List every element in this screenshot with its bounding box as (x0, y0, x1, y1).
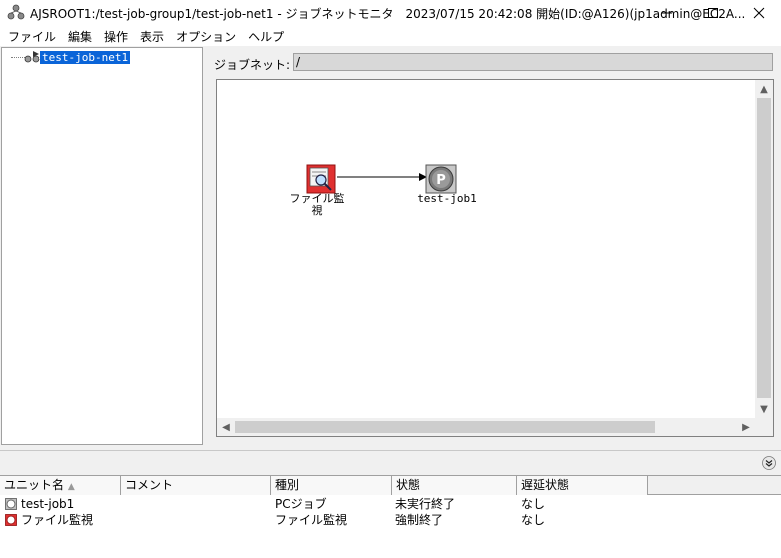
list-row[interactable]: ファイル監視 ファイル監視 強制終了 なし (0, 512, 781, 528)
list-toolbar (0, 451, 781, 475)
close-icon (753, 7, 765, 19)
svg-text:P: P (436, 173, 446, 188)
app-icon (7, 4, 25, 20)
sort-ascending-icon: ▲ (67, 482, 75, 492)
dependency-arrow (337, 173, 427, 181)
list-row[interactable]: test-job1 PCジョブ 未実行終了 なし (0, 496, 781, 512)
file-watch-status-icon (5, 514, 17, 526)
close-button[interactable] (736, 0, 781, 26)
menu-file[interactable]: ファイル (8, 28, 56, 45)
pc-job-unit-label: test-job1 (417, 192, 477, 205)
jobnet-canvas[interactable]: ファイル監 視 P test-job1 ▲ ▼ ◀ ▶ (216, 79, 774, 437)
pc-job-unit-icon[interactable]: P (425, 164, 457, 194)
maximize-icon (708, 8, 718, 18)
cell-type: PCジョブ (275, 497, 327, 511)
jobnet-pane: ジョブネット: / ファイル監 視 P test-job1 ▲ ▼ ◀ ▶ (208, 47, 781, 445)
collapse-chevron-icon[interactable] (762, 456, 776, 470)
cell-unit-name: ファイル監視 (21, 513, 94, 527)
column-header-status[interactable]: 状態 (392, 476, 517, 495)
file-watch-unit-label: ファイル監 視 (289, 192, 345, 217)
cell-status: 強制終了 (395, 513, 444, 527)
scroll-right-icon[interactable]: ▶ (737, 418, 755, 436)
tree-pane: test-job-net1 (1, 47, 203, 445)
jobnet-path-field: / (293, 53, 773, 71)
maximize-button[interactable] (690, 0, 736, 26)
file-watch-unit-icon[interactable] (297, 164, 337, 194)
minimize-icon (662, 12, 672, 14)
cell-status: 未実行終了 (395, 497, 456, 511)
menu-options[interactable]: オプション (176, 28, 236, 45)
menu-help[interactable]: ヘルプ (248, 28, 284, 45)
scroll-left-icon[interactable]: ◀ (217, 418, 235, 436)
menu-view[interactable]: 表示 (140, 28, 164, 45)
menu-operation[interactable]: 操作 (104, 28, 128, 45)
list-header: ユニット名 ▲ コメント 種別 状態 遅延状態 (0, 476, 781, 495)
menu-bar: ファイル 編集 操作 表示 オプション ヘルプ (0, 26, 781, 46)
jobnet-path-label: ジョブネット: (214, 58, 291, 72)
scroll-down-icon[interactable]: ▼ (755, 400, 773, 418)
scroll-up-icon[interactable]: ▲ (755, 80, 773, 98)
title-bar: AJSROOT1:/test-job-group1/test-job-net1 … (0, 0, 781, 26)
horizontal-scrollbar[interactable]: ◀ ▶ (217, 418, 755, 436)
pc-job-status-icon (5, 498, 17, 510)
scroll-corner (755, 418, 773, 436)
vertical-scrollbar[interactable]: ▲ ▼ (755, 80, 773, 418)
tree-item-jobnet[interactable]: test-job-net1 (38, 50, 132, 65)
window-title: AJSROOT1:/test-job-group1/test-job-net1 … (30, 7, 746, 21)
column-header-type[interactable]: 種別 (271, 476, 392, 495)
unit-list: ユニット名 ▲ コメント 種別 状態 遅延状態 test-job1 PCジョブ … (0, 475, 781, 558)
cell-type: ファイル監視 (275, 513, 348, 527)
cell-unit-name: test-job1 (21, 497, 75, 511)
jobnet-tree-icon (24, 51, 40, 63)
column-header-comment[interactable]: コメント (121, 476, 271, 495)
minimize-button[interactable] (644, 0, 690, 26)
cell-delay: なし (521, 513, 546, 527)
menu-edit[interactable]: 編集 (68, 28, 92, 45)
cell-delay: なし (521, 497, 546, 511)
vertical-scroll-thumb[interactable] (757, 98, 771, 398)
tree-connector (11, 57, 25, 58)
column-header-delay[interactable]: 遅延状態 (517, 476, 648, 495)
column-header-unit-name[interactable]: ユニット名 ▲ (0, 476, 121, 495)
horizontal-scroll-thumb[interactable] (235, 421, 655, 433)
